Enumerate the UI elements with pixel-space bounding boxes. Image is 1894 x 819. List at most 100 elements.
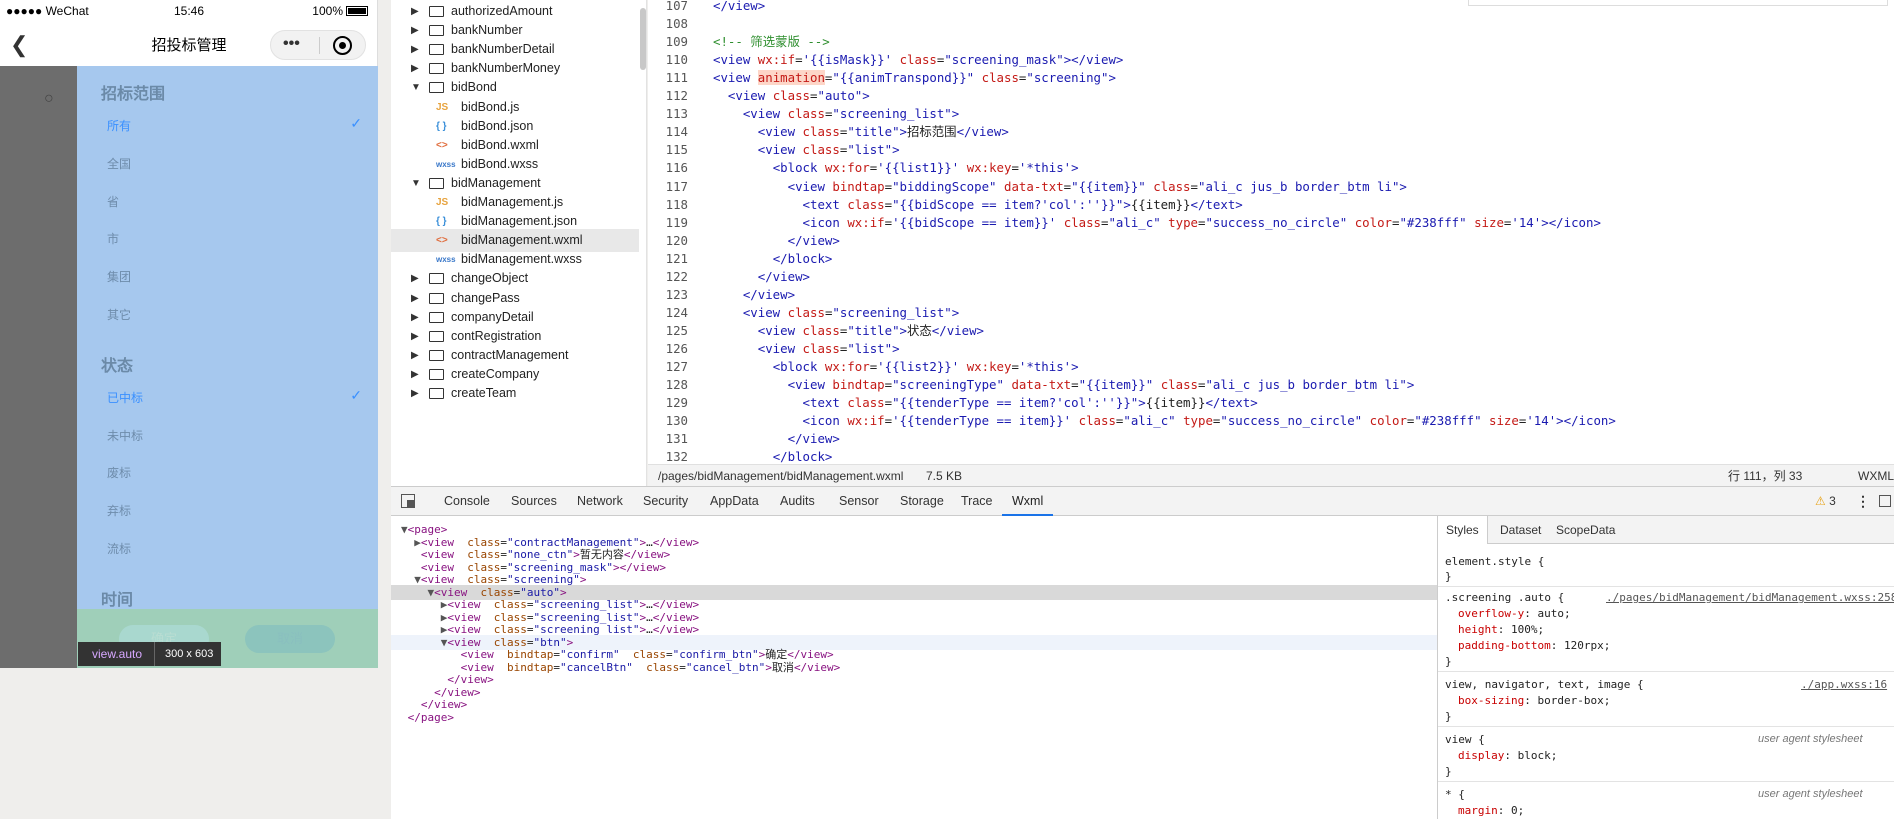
style-declaration[interactable]: padding-bottom: 120rpx; [1458, 638, 1610, 653]
code-line[interactable]: 110 <view wx:if='{{isMask}}' class="scree… [648, 51, 1894, 69]
style-property: padding-bottom [1458, 639, 1551, 652]
scope-option[interactable]: 其它 [107, 306, 362, 323]
more-options-icon[interactable]: ⋮ [1856, 487, 1870, 516]
code-line[interactable]: 125 <view class="title">状态</view> [648, 322, 1894, 340]
status-option[interactable]: 已中标 ✓ [107, 387, 362, 406]
code-editor[interactable]: 107 </view> 108 109 <!-- 筛选蒙版 --> 110 <view wx… [648, 0, 1894, 464]
style-declaration[interactable]: display: block; [1458, 748, 1557, 763]
devtools-tab-trace[interactable]: Trace [961, 487, 993, 516]
rule-source-link[interactable]: ./pages/bidManagement/bidManagement.wxss… [1606, 590, 1894, 605]
styles-tabbar: Styles Dataset ScopeData [1438, 516, 1894, 544]
battery-icon [346, 6, 368, 16]
style-declaration[interactable]: margin: 0; [1458, 803, 1524, 818]
code-line[interactable]: 130 <icon wx:if='{{tenderType == item}}'… [648, 412, 1894, 430]
styles-tab-scopedata[interactable]: ScopeData [1548, 516, 1623, 544]
code-line[interactable]: 126 <view class="list"> [648, 340, 1894, 358]
code-line[interactable]: 113 <view class="screening_list"> [648, 105, 1894, 123]
element-style-rule[interactable]: element.style { [1445, 554, 1544, 569]
wxml-tree-panel: ▼<page> ▶<view class="contractManagement… [391, 516, 1437, 819]
code-line[interactable]: 107 </view> [648, 0, 1894, 15]
scope-option[interactable]: 所有 ✓ [107, 115, 362, 134]
styles-tab-styles[interactable]: Styles [1438, 516, 1488, 544]
folder-icon [429, 349, 444, 361]
devtools-tab-console[interactable]: Console [444, 487, 490, 516]
devtools-tab-sensor[interactable]: Sensor [839, 487, 879, 516]
file-path: /pages/bidManagement/bidManagement.wxml [658, 469, 904, 483]
language-mode[interactable]: WXML [1858, 465, 1894, 487]
status-option[interactable]: 弃标 [107, 502, 362, 519]
editor-status-bar: /pages/bidManagement/bidManagement.wxml … [648, 464, 1894, 486]
code-line[interactable]: 121 </block> [648, 250, 1894, 268]
rule-selector[interactable]: * { [1445, 787, 1465, 802]
style-declaration[interactable]: box-sizing: border-box; [1458, 693, 1610, 708]
code-content: <view bindtap="screeningType" data-txt="… [787, 377, 1415, 393]
code-line[interactable]: 122 </view> [648, 268, 1894, 286]
code-line[interactable]: 109 <!-- 筛选蒙版 --> [648, 33, 1894, 51]
line-number: 108 [665, 16, 688, 32]
code-line[interactable]: 128 <view bindtap="screeningType" data-t… [648, 376, 1894, 394]
cursor-position[interactable]: 行 111，列 33 [1728, 465, 1802, 487]
scope-option[interactable]: 集团 [107, 268, 362, 285]
code-line[interactable]: 127 <block wx:for='{{list2}}' wx:key='*t… [648, 358, 1894, 376]
code-line[interactable]: 115 <view class="list"> [648, 141, 1894, 159]
line-number: 109 [665, 34, 688, 50]
code-line[interactable]: 108 [648, 15, 1894, 33]
wxml-node[interactable]: </page> [391, 710, 1437, 725]
code-line[interactable]: 114 <view class="title">招标范围</view> [648, 123, 1894, 141]
code-line[interactable]: 124 <view class="screening_list"> [648, 304, 1894, 322]
code-content: </view> [713, 0, 766, 13]
status-option[interactable]: 流标 [107, 540, 362, 557]
code-content: <icon wx:if='{{bidScope == item}}' class… [802, 214, 1601, 230]
style-declaration[interactable]: height: 100%; [1458, 622, 1544, 637]
code-line[interactable]: 129 <text class="{{tenderType == item?'c… [648, 394, 1894, 412]
rule-selector[interactable]: view, navigator, text, image { [1445, 677, 1644, 692]
code-line[interactable]: 118 <text class="{{bidScope == item?'col… [648, 196, 1894, 214]
style-declaration[interactable]: overflow-y: auto; [1458, 606, 1571, 621]
devtools-tab-security[interactable]: Security [643, 487, 688, 516]
folder-item[interactable]: ▶ createTeam [391, 382, 639, 405]
scope-option[interactable]: 市 [107, 230, 362, 247]
devtools-tab-network[interactable]: Network [577, 487, 623, 516]
rule-source-link[interactable]: ./app.wxss:16 [1801, 677, 1887, 692]
phone-simulator: ●●●●● WeChat 15:46 100% ❮ 招投标管理 ••• ○ 招标… [0, 0, 378, 668]
capsule-menu[interactable]: ••• [270, 30, 366, 60]
code-line[interactable]: 116 <block wx:for='{{list1}}' wx:key='*t… [648, 159, 1894, 177]
rule-selector[interactable]: view { [1445, 732, 1485, 747]
devtools-tab-appdata[interactable]: AppData [710, 487, 759, 516]
code-line[interactable]: 132 </block> [648, 448, 1894, 464]
code-content: <view class="screening_list"> [742, 106, 960, 122]
code-line[interactable]: 119 <icon wx:if='{{bidScope == item}}' c… [648, 214, 1894, 232]
devtools-tab-audits[interactable]: Audits [780, 487, 815, 516]
devtools-tab-storage[interactable]: Storage [900, 487, 944, 516]
code-line[interactable]: 111 <view animation="{{animTranspond}}" c… [648, 69, 1894, 87]
warning-count[interactable]: ⚠ 3 [1815, 487, 1836, 516]
code-line[interactable]: 131 </view> [648, 430, 1894, 448]
line-number: 129 [665, 395, 688, 411]
status-option[interactable]: 未中标 [107, 427, 362, 444]
battery-label: 100% [312, 4, 343, 18]
styles-tab-dataset[interactable]: Dataset [1492, 516, 1549, 544]
scope-option[interactable]: 全国 [107, 155, 362, 172]
devtools-tab-wxml[interactable]: Wxml [1002, 487, 1054, 516]
chevron-right-icon[interactable]: ▶ [411, 382, 419, 405]
code-content: <view class="auto"> [727, 88, 870, 104]
line-number: 114 [665, 124, 688, 140]
rule-selector[interactable]: .screening .auto { [1445, 590, 1564, 605]
inspect-element-icon[interactable] [401, 494, 415, 508]
dock-icon[interactable] [1879, 495, 1891, 507]
status-option[interactable]: 废标 [107, 464, 362, 481]
code-line[interactable]: 112 <view class="auto"> [648, 87, 1894, 105]
code-content: <view animation="{{animTranspond}}" clas… [713, 70, 1116, 86]
scope-option[interactable]: 省 [107, 193, 362, 210]
screening-mask[interactable] [0, 66, 77, 668]
cancel-button[interactable]: 取消 [245, 625, 335, 653]
code-line[interactable]: 123 </view> [648, 286, 1894, 304]
devtools-tab-sources[interactable]: Sources [511, 487, 557, 516]
code-line[interactable]: 120 </view> [648, 232, 1894, 250]
file-tree-scrollbar[interactable] [640, 8, 646, 70]
inspect-tooltip: view.auto 300 x 603 [78, 642, 221, 666]
style-property: height [1458, 623, 1498, 636]
more-icon[interactable]: ••• [283, 35, 300, 53]
code-line[interactable]: 117 <view bindtap="biddingScope" data-tx… [648, 178, 1894, 196]
close-miniprogram-icon[interactable] [333, 36, 352, 55]
